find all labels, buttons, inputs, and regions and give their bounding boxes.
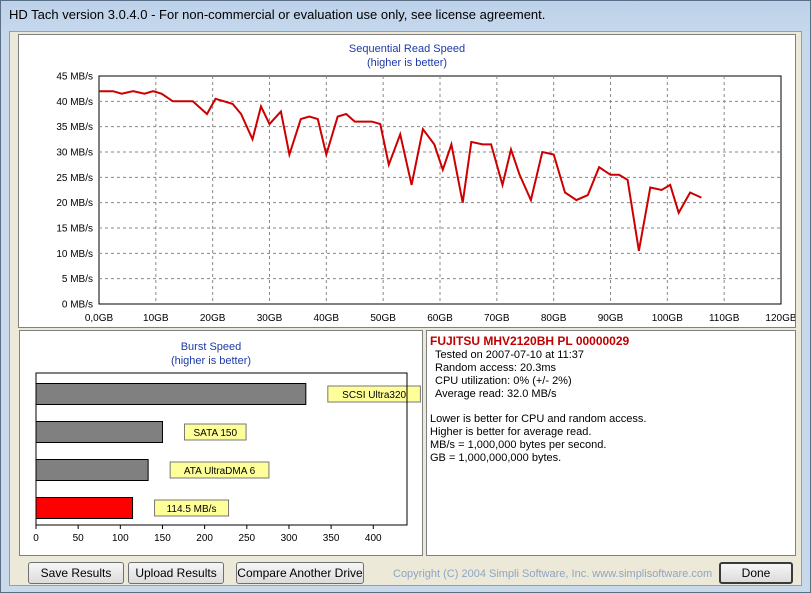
upload-results-button[interactable]: Upload Results	[128, 562, 224, 584]
burst-x-tick-label: 200	[196, 533, 213, 544]
window-title: HD Tach version 3.0.4.0 - For non-commer…	[9, 7, 546, 22]
note-line: Higher is better for average read.	[430, 426, 592, 438]
burst-x-tick-label: 250	[238, 533, 255, 544]
burst-bar-label: 114.5 MB/s	[167, 504, 217, 515]
burst-x-tick-label: 50	[73, 533, 85, 544]
sequential-read-chart: Sequential Read Speed (higher is better)…	[56, 43, 797, 324]
average-read-value: Average read: 32.0 MB/s	[435, 388, 557, 400]
burst-x-tick-label: 150	[154, 533, 171, 544]
y-tick-label: 0 MB/s	[62, 300, 93, 311]
drive-info-panel: FUJITSU MHV2120BH PL 00000029 Tested on …	[426, 330, 796, 556]
x-tick-label: 60GB	[427, 313, 453, 324]
read-speed-series-line	[99, 90, 702, 251]
x-tick-label: 120GB	[765, 313, 795, 324]
burst-bar	[35, 497, 134, 519]
burst-bar	[35, 421, 163, 443]
burst-x-tick-label: 100	[112, 533, 129, 544]
x-tick-label: 50GB	[370, 313, 396, 324]
burst-x-tick-label: 0	[33, 533, 39, 544]
copyright-text: Copyright (C) 2004 Simpli Software, Inc.…	[393, 568, 713, 580]
x-tick-label: 20GB	[200, 313, 226, 324]
x-tick-label: 80GB	[541, 313, 567, 324]
x-tick-label: 10GB	[143, 313, 169, 324]
x-tick-label: 0,0GB	[85, 313, 114, 324]
burst-x-tick-label: 400	[365, 533, 382, 544]
y-tick-label: 35 MB/s	[56, 122, 93, 133]
x-tick-label: 30GB	[257, 313, 283, 324]
burst-chart-title: Burst Speed	[181, 341, 242, 353]
y-tick-label: 20 MB/s	[56, 198, 93, 209]
y-tick-label: 15 MB/s	[56, 224, 93, 235]
x-tick-label: 70GB	[484, 313, 510, 324]
burst-bar-label: SATA 150	[194, 428, 238, 439]
random-access-value: Random access: 20.3ms	[435, 362, 557, 374]
drive-name: FUJITSU MHV2120BH PL 00000029	[430, 334, 630, 348]
x-tick-label: 100GB	[652, 313, 683, 324]
tested-date: Tested on 2007-07-10 at 11:37	[435, 349, 585, 361]
y-tick-label: 40 MB/s	[56, 97, 93, 108]
note-line: MB/s = 1,000,000 bytes per second.	[430, 439, 607, 451]
burst-bar	[35, 459, 149, 481]
burst-speed-panel: Burst Speed (higher is better) SCSI Ultr…	[19, 330, 423, 556]
burst-x-tick-label: 300	[281, 533, 298, 544]
x-tick-label: 110GB	[709, 313, 740, 324]
y-tick-label: 25 MB/s	[56, 173, 93, 184]
burst-bar-label: SCSI Ultra320	[342, 390, 406, 401]
burst-chart-subtitle: (higher is better)	[171, 355, 251, 367]
burst-speed-chart: Burst Speed (higher is better) SCSI Ultr…	[33, 341, 421, 544]
app-window: HD Tach version 3.0.4.0 - For non-commer…	[0, 0, 811, 593]
compare-another-drive-button[interactable]: Compare Another Drive	[236, 562, 364, 584]
done-button[interactable]: Done	[719, 562, 793, 584]
burst-bar-label: ATA UltraDMA 6	[184, 466, 256, 477]
sequential-read-panel: Sequential Read Speed (higher is better)…	[18, 34, 797, 328]
burst-x-tick-label: 350	[323, 533, 340, 544]
y-tick-label: 5 MB/s	[62, 274, 93, 285]
y-tick-label: 45 MB/s	[56, 72, 93, 83]
x-tick-label: 40GB	[314, 313, 340, 324]
chart-title: Sequential Read Speed	[349, 43, 465, 55]
y-tick-label: 10 MB/s	[56, 249, 93, 260]
note-line: GB = 1,000,000,000 bytes.	[430, 452, 562, 464]
burst-bar	[35, 383, 307, 405]
x-tick-label: 90GB	[598, 313, 624, 324]
y-tick-label: 30 MB/s	[56, 148, 93, 159]
client-area: Sequential Read Speed (higher is better)…	[9, 31, 802, 586]
chart-subtitle: (higher is better)	[367, 57, 447, 69]
note-line: Lower is better for CPU and random acces…	[430, 413, 647, 425]
cpu-utilization-value: CPU utilization: 0% (+/- 2%)	[435, 375, 572, 387]
save-results-button[interactable]: Save Results	[28, 562, 124, 584]
